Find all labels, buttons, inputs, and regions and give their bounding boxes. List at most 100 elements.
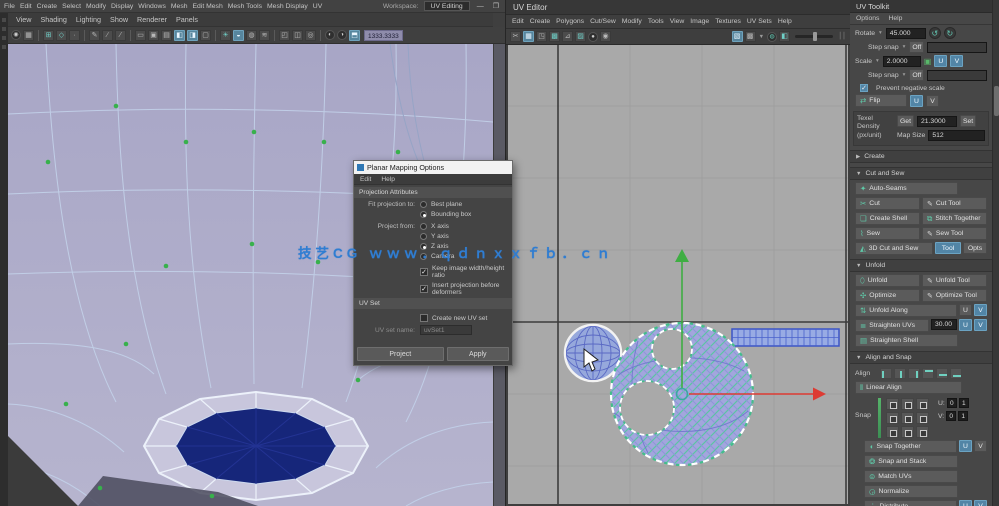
dialog-menu-edit[interactable]: Edit bbox=[360, 176, 371, 183]
step-snap-2-dropdown[interactable]: Off bbox=[909, 69, 925, 81]
uv-flatten-icon[interactable]: ⊿ bbox=[562, 31, 573, 42]
radio-x-axis[interactable] bbox=[420, 223, 427, 230]
snap-v0-field[interactable]: 0 bbox=[946, 411, 957, 421]
vp-menu-show[interactable]: Show bbox=[110, 15, 128, 24]
menu-mesh-display[interactable]: Mesh Display bbox=[267, 3, 308, 10]
best-plane-option[interactable]: Best plane bbox=[431, 201, 462, 208]
snap-v1-field[interactable]: 1 bbox=[958, 411, 969, 421]
rotate-cw-button[interactable]: ↻ bbox=[943, 27, 956, 39]
uvmenu-modify[interactable]: Modify bbox=[622, 18, 642, 25]
toolkit-scrollbar[interactable] bbox=[992, 0, 999, 506]
viewcube-icon[interactable]: ⬒ bbox=[349, 29, 360, 41]
cut-sew-3d-opts-button[interactable]: Opts bbox=[963, 242, 987, 254]
snap-point-icon[interactable]: ∙ bbox=[69, 29, 80, 41]
section-create[interactable]: ▶ Create bbox=[850, 150, 992, 163]
unfold-along-v-button[interactable]: V bbox=[974, 304, 987, 316]
uvset-name-field[interactable]: uvSet1 bbox=[420, 325, 472, 335]
straighten-v-button[interactable]: V bbox=[974, 319, 987, 331]
dialog-titlebar[interactable]: Planar Mapping Options bbox=[354, 161, 512, 174]
keep-ratio-checkbox[interactable]: ✓ bbox=[420, 268, 428, 276]
scale-u-button[interactable]: U bbox=[934, 55, 948, 67]
snap-u0-field[interactable]: 0 bbox=[946, 398, 957, 408]
uv-gain-icon[interactable]: ◧ bbox=[779, 31, 791, 42]
uv-editor-titlebar[interactable]: UV Editor bbox=[506, 0, 850, 15]
snap-bottom-left[interactable] bbox=[886, 426, 899, 438]
flip-u-button[interactable]: U bbox=[910, 94, 923, 107]
straighten-shell-button[interactable]: ▤ Straighten Shell bbox=[855, 334, 958, 347]
vp-menu-renderer[interactable]: Renderer bbox=[137, 15, 167, 24]
snap-top-left[interactable] bbox=[886, 398, 899, 410]
minimize-button[interactable]: — bbox=[475, 3, 486, 10]
linear-align-button[interactable]: ⫴ Linear Align bbox=[855, 381, 962, 394]
toolkit-menu-options[interactable]: Options bbox=[856, 15, 879, 22]
insert-before-deformers-checkbox[interactable]: ✓ bbox=[420, 285, 428, 293]
uvmenu-cutsew[interactable]: Cut/Sew bbox=[590, 18, 616, 25]
snap-together-u-button[interactable]: U bbox=[959, 440, 972, 452]
straighten-uvs-button[interactable]: ≣ Straighten UVs bbox=[855, 319, 929, 332]
rotate-ccw-button[interactable]: ↺ bbox=[928, 27, 941, 39]
cut-sew-3d-button[interactable]: ◭ 3D Cut and Sew bbox=[855, 242, 933, 255]
distribute-u-button[interactable]: U bbox=[959, 500, 972, 506]
rotate-value-field[interactable]: 45.000 bbox=[885, 27, 926, 39]
brush-icon[interactable]: ∕ bbox=[102, 29, 113, 41]
align-left-button[interactable] bbox=[880, 368, 892, 379]
snap-and-stack-button[interactable]: ❂ Snap and Stack bbox=[864, 455, 958, 468]
uv-set-header[interactable]: UV Set bbox=[354, 298, 512, 309]
uv-texture-icon[interactable]: ▨ bbox=[575, 31, 586, 42]
restore-button[interactable]: ❐ bbox=[491, 2, 501, 10]
dialog-menu-help[interactable]: Help bbox=[381, 176, 395, 183]
snap-center[interactable] bbox=[901, 412, 914, 424]
wireframe-mode-icon[interactable]: ▢ bbox=[200, 29, 211, 41]
normalize-button[interactable]: ◶ Normalize bbox=[864, 485, 958, 498]
vp-menu-shading[interactable]: Shading bbox=[40, 15, 66, 24]
vp-menu-view[interactable]: View bbox=[16, 15, 31, 24]
texel-get-button[interactable]: Get bbox=[897, 115, 914, 127]
uvmenu-textures[interactable]: Textures bbox=[715, 18, 741, 25]
uv-shell-small[interactable] bbox=[563, 323, 623, 383]
cut-sew-3d-tool-button[interactable]: Tool bbox=[935, 242, 961, 254]
auto-seams-button[interactable]: ✦ Auto-Seams bbox=[855, 182, 958, 195]
grid-toggle-icon[interactable]: ▦ bbox=[23, 29, 34, 41]
uv-brush-icon[interactable]: ◳ bbox=[536, 31, 547, 42]
chevron-down-icon[interactable]: ▾ bbox=[903, 72, 906, 78]
step-snap-dropdown[interactable]: Off bbox=[909, 41, 925, 53]
apply-button[interactable]: Apply bbox=[446, 347, 509, 361]
uvmenu-view[interactable]: View bbox=[670, 18, 685, 25]
menu-select[interactable]: Select bbox=[62, 3, 81, 10]
flip-v-button[interactable]: V bbox=[926, 94, 939, 107]
menu-windows[interactable]: Windows bbox=[138, 3, 166, 10]
uv-checker-icon[interactable]: ▩ bbox=[549, 31, 560, 42]
menu-mesh-tools[interactable]: Mesh Tools bbox=[228, 3, 262, 10]
create-uvset-checkbox[interactable] bbox=[420, 314, 428, 322]
exposure-icon[interactable]: ◐ bbox=[325, 30, 335, 40]
unfold-tool-button[interactable]: ✎ Unfold Tool bbox=[922, 274, 987, 287]
radio-bounding-box[interactable] bbox=[420, 211, 427, 218]
chevron-down-icon[interactable]: ▼ bbox=[759, 34, 764, 40]
chevron-down-icon[interactable]: ▾ bbox=[879, 30, 882, 36]
snap-mid-left[interactable] bbox=[886, 412, 899, 424]
snap-curve-icon[interactable]: ◇ bbox=[56, 29, 67, 41]
menu-display[interactable]: Display bbox=[111, 3, 133, 10]
map-size-field[interactable]: 512 bbox=[928, 130, 985, 141]
radio-y-axis[interactable] bbox=[420, 233, 427, 240]
x-axis-option[interactable]: X axis bbox=[431, 223, 449, 230]
align-middle-button[interactable] bbox=[936, 368, 948, 379]
menu-create[interactable]: Create bbox=[37, 3, 57, 10]
sew-button[interactable]: ⌇ Sew bbox=[855, 227, 920, 240]
distribute-v-button[interactable]: V bbox=[974, 500, 987, 506]
texel-density-field[interactable]: 21.3000 bbox=[916, 115, 957, 127]
cut-button[interactable]: ✂ Cut bbox=[855, 197, 920, 210]
unfold-along-u-button[interactable]: U bbox=[959, 304, 972, 316]
scale-value-field[interactable]: 2.0000 bbox=[882, 55, 921, 67]
snap-mid-right[interactable] bbox=[916, 412, 929, 424]
prevent-negative-scale-checkbox[interactable]: ✓ bbox=[860, 84, 868, 92]
shadows-icon[interactable]: ◒ bbox=[233, 29, 244, 41]
uvmenu-image[interactable]: Image bbox=[690, 18, 709, 25]
chevron-down-icon[interactable]: ▾ bbox=[876, 58, 879, 64]
uv-toolkit-titlebar[interactable]: UV Toolkit bbox=[850, 0, 992, 13]
isolate-icon[interactable]: ◰ bbox=[279, 29, 290, 41]
render-icon[interactable]: ▭ bbox=[135, 29, 146, 41]
line-icon[interactable]: ⁄ bbox=[115, 29, 126, 41]
menu-uv[interactable]: UV bbox=[313, 3, 322, 10]
ao-icon[interactable]: ◍ bbox=[246, 29, 257, 41]
